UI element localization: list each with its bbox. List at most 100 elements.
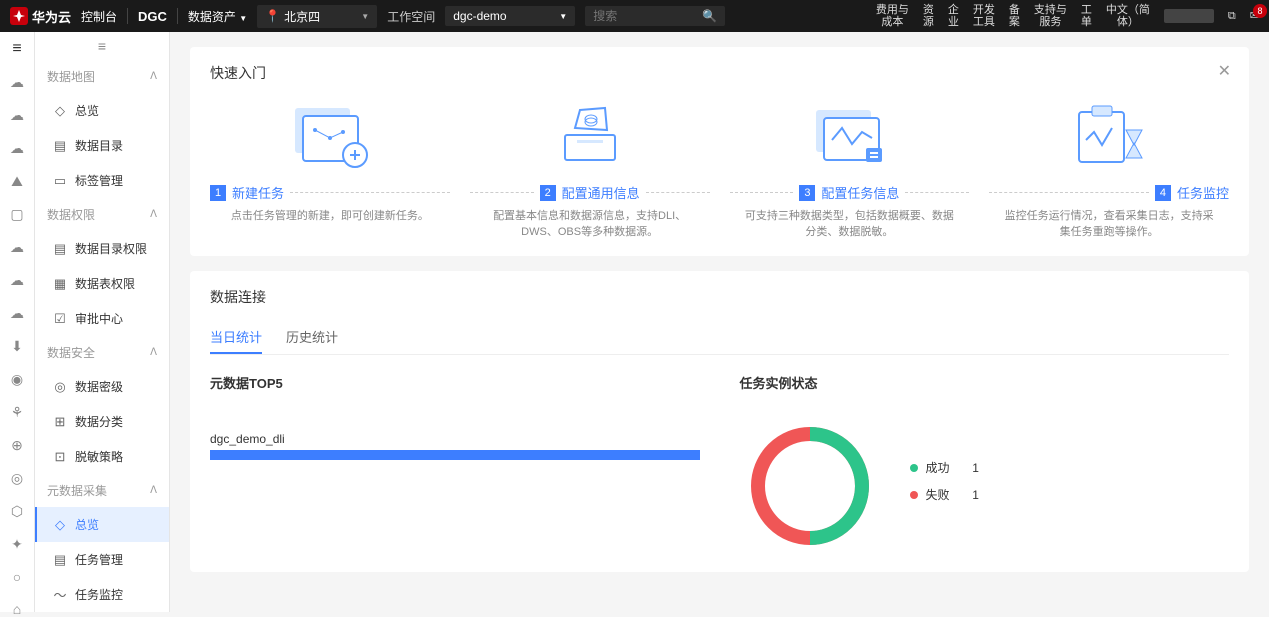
sidebar-item[interactable]: ◇总览: [35, 93, 169, 128]
nav-enterprise[interactable]: 企 业: [948, 4, 959, 28]
nav-ticket[interactable]: 工 单: [1081, 4, 1092, 28]
legend-label: 失败: [926, 486, 950, 503]
step-link[interactable]: 新建任务: [232, 183, 284, 202]
nav-support[interactable]: 支持与 服务: [1034, 4, 1067, 28]
rail-icon[interactable]: ☁: [8, 107, 26, 124]
sidebar-section[interactable]: 数据地图ᐱ: [35, 60, 169, 93]
step-desc: 监控任务运行情况，查看采集日志，支持采集任务重跑等操作。: [989, 208, 1229, 240]
asset-dropdown[interactable]: 数据资产 ▼: [188, 8, 247, 25]
rail-icon[interactable]: ☁: [8, 305, 26, 322]
nav-cost[interactable]: 费用与 成本: [876, 4, 909, 28]
rail-icon[interactable]: ☁: [8, 272, 26, 289]
rail-icon[interactable]: ▢: [8, 206, 26, 223]
nav-lang[interactable]: 中文（简 体）: [1106, 4, 1150, 28]
step-icon-task: [730, 95, 970, 175]
search-box[interactable]: 🔍: [585, 6, 725, 26]
sidebar-item[interactable]: ◇总览: [35, 507, 169, 542]
hamburger-icon[interactable]: ≡: [12, 40, 21, 58]
sidebar-section[interactable]: 数据权限ᐱ: [35, 198, 169, 231]
sidebar-item[interactable]: ▭ 标签管理: [35, 163, 169, 198]
rail-icon[interactable]: ◎: [8, 470, 26, 487]
chevron-up-icon: ᐱ: [150, 209, 157, 220]
rail-icon[interactable]: ⊕: [8, 437, 26, 454]
sidebar-item[interactable]: ▤数据目录权限: [35, 231, 169, 266]
topbar: 华为云 控制台 DGC 数据资产 ▼ 📍 北京四 ▼ 工作空间 dgc-demo…: [0, 0, 1269, 32]
sidebar-item[interactable]: ◎数据密级: [35, 369, 169, 404]
left-rail: ≡ ☁ ☁ ☁ ⛰ ▢ ☁ ☁ ☁ ⬇ ◉ ⚘ ⊕ ◎ ⬡ ✦ ○ ⌂: [0, 32, 35, 612]
region-dropdown[interactable]: 📍 北京四 ▼: [257, 5, 377, 28]
notification-icon[interactable]: ✉8: [1250, 10, 1259, 22]
rail-icon[interactable]: ✦: [8, 536, 26, 553]
menu-icon: ▤: [53, 139, 67, 153]
quickstart-panel: 快速入门 ✕ 1新建任务 点击任务管理的新建，即可创建新任务。 2配置通用信息 …: [190, 47, 1249, 256]
step-desc: 点击任务管理的新建，即可创建新任务。: [210, 208, 450, 224]
rail-icon[interactable]: ⬇: [8, 338, 26, 355]
rail-icon[interactable]: ○: [8, 569, 26, 585]
menu-icon: 〜: [53, 588, 67, 602]
step-link[interactable]: 配置通用信息: [562, 183, 640, 202]
console-link[interactable]: 控制台: [81, 8, 117, 25]
external-icon[interactable]: ⧉: [1228, 10, 1236, 22]
stat-tabs: 当日统计 历史统计: [210, 321, 1229, 355]
sidebar-section[interactable]: 数据安全ᐱ: [35, 336, 169, 369]
step-link[interactable]: 任务监控: [1177, 183, 1229, 202]
workspace-dropdown[interactable]: dgc-demo ▼: [445, 6, 575, 26]
rail-icon[interactable]: ☁: [8, 140, 26, 157]
rail-icon[interactable]: ⛰: [8, 173, 26, 190]
menu-icon: ☑: [53, 312, 67, 326]
chevron-up-icon: ᐱ: [150, 71, 157, 82]
sidebar-item-label: 数据目录: [75, 137, 123, 154]
sidebar-item[interactable]: 〜任务监控: [35, 577, 169, 612]
rail-icon[interactable]: ⚘: [8, 404, 26, 421]
rail-icon[interactable]: ⌂: [8, 601, 26, 617]
chevron-up-icon: ᐱ: [150, 347, 157, 358]
step-3: 3配置任务信息 可支持三种数据类型，包括数据概要、数据分类、数据脱敏。: [730, 95, 970, 240]
close-icon[interactable]: ✕: [1218, 61, 1231, 81]
menu-icon: ▦: [53, 277, 67, 291]
nav-resource[interactable]: 资 源: [923, 4, 934, 28]
step-link[interactable]: 配置任务信息: [821, 183, 899, 202]
rail-icon[interactable]: ◉: [8, 371, 26, 388]
menu-icon: ▤: [53, 242, 67, 256]
bar-fill: [210, 450, 700, 460]
data-connection-panel: 数据连接 当日统计 历史统计 元数据TOP5 dgc_demo_dli 任务实例…: [190, 271, 1249, 572]
legend-label: 成功: [926, 459, 950, 476]
nav-devtools[interactable]: 开发 工具: [973, 4, 995, 28]
service-name[interactable]: DGC: [138, 9, 167, 24]
legend-value: 1: [972, 461, 979, 475]
nav-user[interactable]: [1164, 9, 1214, 23]
sidebar-item[interactable]: ⊡脱敏策略: [35, 439, 169, 474]
sidebar-item-label: 任务管理: [75, 551, 123, 568]
sidebar-section[interactable]: 元数据采集ᐱ: [35, 474, 169, 507]
search-input[interactable]: [593, 9, 702, 23]
sidebar-item-label: 数据分类: [75, 413, 123, 430]
chevron-down-icon: ▼: [559, 12, 567, 21]
rail-icon[interactable]: ⬡: [8, 503, 26, 520]
sidebar-item[interactable]: ▤任务管理: [35, 542, 169, 577]
sidebar-item[interactable]: ⊞数据分类: [35, 404, 169, 439]
rail-icon[interactable]: ☁: [8, 74, 26, 91]
brand-logo[interactable]: 华为云: [10, 7, 71, 26]
sidebar-item-label: 标签管理: [75, 172, 123, 189]
menu-icon: ▭: [53, 174, 67, 188]
sidebar-item[interactable]: ▦ 数据表权限: [35, 266, 169, 301]
sidebar-item[interactable]: ▤ 数据目录: [35, 128, 169, 163]
bar-item: dgc_demo_dli: [210, 432, 700, 460]
sidebar-item[interactable]: ☑审批中心: [35, 301, 169, 336]
rail-icon[interactable]: ☁: [8, 239, 26, 256]
sidebar: ≡ 数据地图ᐱ◇总览▤数据目录▭标签管理数据权限ᐱ▤数据目录权限▦数据表权限☑审…: [35, 32, 170, 612]
main-content: 快速入门 ✕ 1新建任务 点击任务管理的新建，即可创建新任务。 2配置通用信息 …: [170, 32, 1269, 612]
collapse-icon[interactable]: ≡: [35, 32, 169, 60]
donut-legend: 成功 1 失败 1: [910, 459, 979, 513]
nav-icp[interactable]: 备 案: [1009, 4, 1020, 28]
top-nav-links: 费用与 成本 资 源 企 业 开发 工具 备 案 支持与 服务 工 单 中文（简…: [876, 4, 1259, 28]
search-icon[interactable]: 🔍: [702, 9, 717, 23]
tab-today[interactable]: 当日统计: [210, 321, 262, 354]
legend-row-fail: 失败 1: [910, 486, 979, 503]
sidebar-item-label: 数据表权限: [75, 275, 135, 292]
step-desc: 可支持三种数据类型，包括数据概要、数据分类、数据脱敏。: [730, 208, 970, 240]
tab-history[interactable]: 历史统计: [286, 321, 338, 354]
huawei-logo-icon: [10, 7, 28, 25]
legend-row-success: 成功 1: [910, 459, 979, 476]
quickstart-title: 快速入门: [210, 63, 1229, 83]
